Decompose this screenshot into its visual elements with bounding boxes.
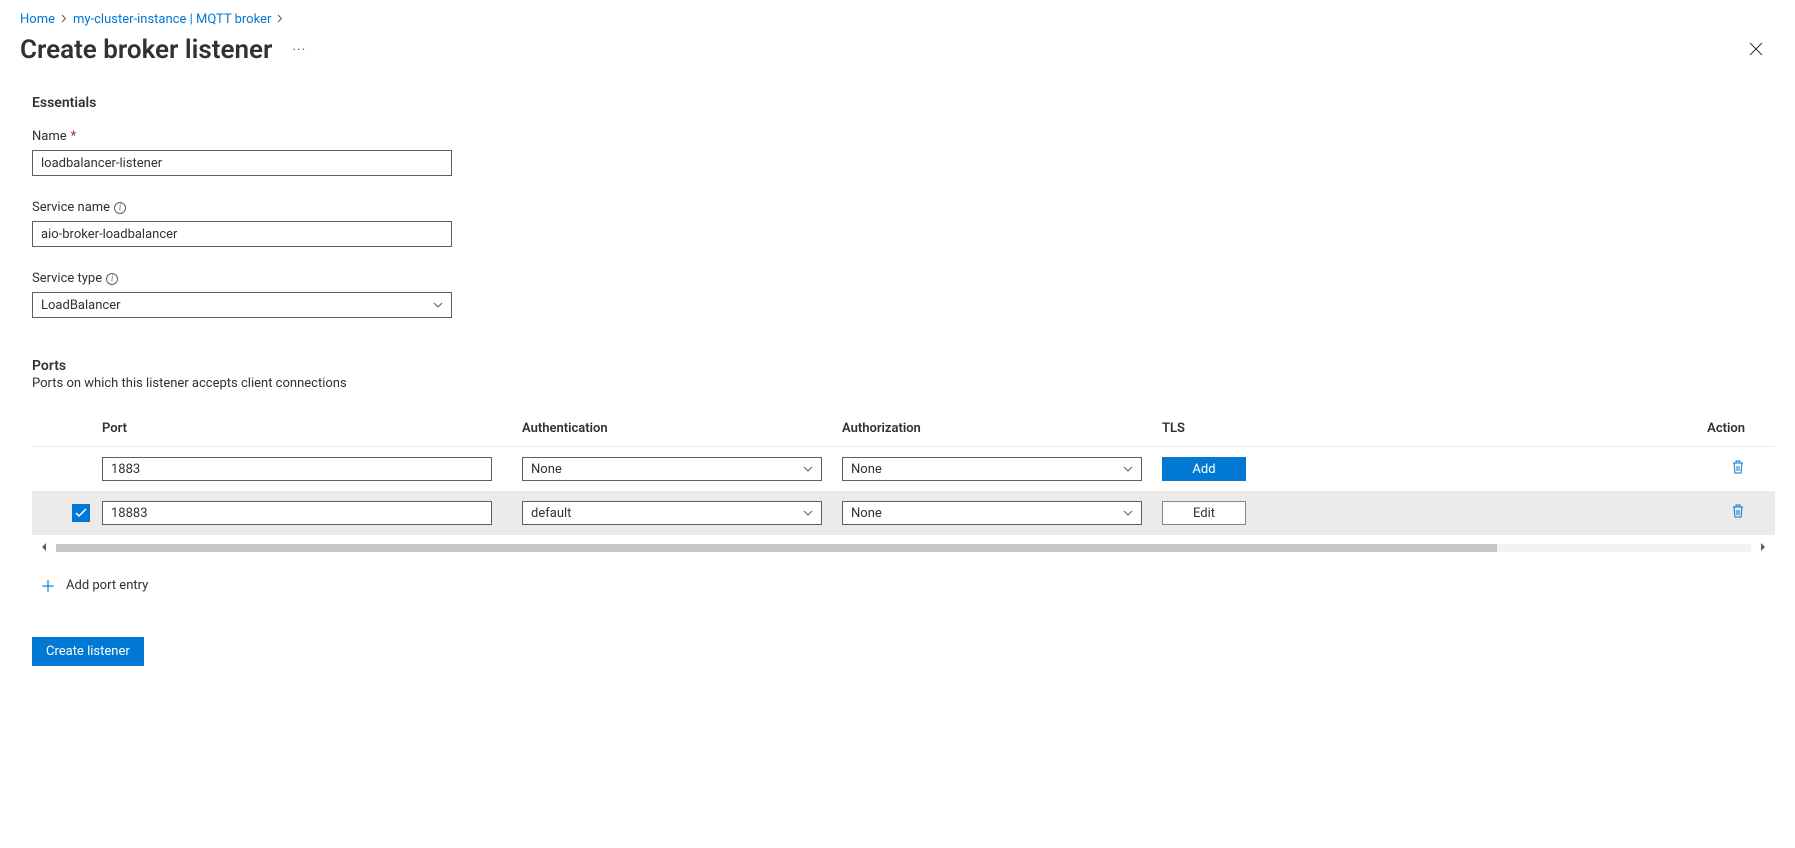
required-indicator: * bbox=[71, 129, 77, 144]
column-authentication: Authentication bbox=[522, 421, 842, 436]
page-title: Create broker listener bbox=[20, 35, 272, 65]
info-icon[interactable]: i bbox=[106, 273, 118, 285]
service-name-input[interactable] bbox=[32, 221, 452, 247]
essentials-heading: Essentials bbox=[32, 95, 1775, 111]
service-name-label: Service name i bbox=[32, 200, 1775, 215]
port-input[interactable] bbox=[102, 457, 492, 481]
plus-icon: ＋ bbox=[40, 573, 56, 597]
authorization-select[interactable]: None bbox=[842, 457, 1142, 481]
add-port-entry-button[interactable]: ＋ Add port entry bbox=[32, 573, 1775, 597]
authentication-select[interactable]: None bbox=[522, 457, 822, 481]
service-type-label: Service type i bbox=[32, 271, 1775, 286]
port-row: None None bbox=[32, 447, 1775, 491]
name-label: Name * bbox=[32, 129, 1775, 144]
port-input[interactable] bbox=[102, 501, 492, 525]
chevron-down-icon bbox=[433, 300, 443, 311]
horizontal-scrollbar[interactable] bbox=[32, 539, 1775, 557]
service-type-select[interactable]: LoadBalancer bbox=[32, 292, 452, 318]
authorization-select[interactable]: None bbox=[842, 501, 1142, 525]
scroll-thumb[interactable] bbox=[56, 544, 1497, 552]
chevron-right-icon bbox=[277, 14, 283, 26]
scroll-left-icon[interactable] bbox=[36, 539, 52, 557]
column-authorization: Authorization bbox=[842, 421, 1162, 436]
delete-row-button[interactable] bbox=[1731, 507, 1745, 523]
scroll-right-icon[interactable] bbox=[1755, 539, 1771, 557]
chevron-down-icon bbox=[1123, 464, 1133, 475]
chevron-down-icon bbox=[1123, 508, 1133, 519]
column-action: Action bbox=[1502, 421, 1775, 436]
ports-description: Ports on which this listener accepts cli… bbox=[32, 376, 1775, 391]
authentication-select[interactable]: default bbox=[522, 501, 822, 525]
name-input[interactable] bbox=[32, 150, 452, 176]
breadcrumb-home[interactable]: Home bbox=[20, 12, 55, 27]
tls-edit-button[interactable]: Edit bbox=[1162, 501, 1246, 525]
ports-table-header: Port Authentication Authorization TLS Ac… bbox=[32, 421, 1775, 447]
column-tls: TLS bbox=[1162, 421, 1502, 436]
close-button[interactable] bbox=[1745, 37, 1767, 64]
breadcrumb-instance[interactable]: my-cluster-instance | MQTT broker bbox=[73, 12, 271, 27]
ports-heading: Ports bbox=[32, 358, 1775, 374]
breadcrumb: Home my-cluster-instance | MQTT broker bbox=[20, 12, 1775, 27]
port-row: default None bbox=[32, 491, 1775, 535]
column-port: Port bbox=[102, 421, 522, 436]
chevron-down-icon bbox=[803, 508, 813, 519]
chevron-right-icon bbox=[61, 14, 67, 26]
row-checkbox[interactable] bbox=[72, 504, 90, 522]
chevron-down-icon bbox=[803, 464, 813, 475]
info-icon[interactable]: i bbox=[114, 202, 126, 214]
delete-row-button[interactable] bbox=[1731, 463, 1745, 479]
more-button[interactable]: ··· bbox=[292, 42, 306, 58]
create-listener-button[interactable]: Create listener bbox=[32, 637, 144, 666]
tls-add-button[interactable]: Add bbox=[1162, 457, 1246, 481]
